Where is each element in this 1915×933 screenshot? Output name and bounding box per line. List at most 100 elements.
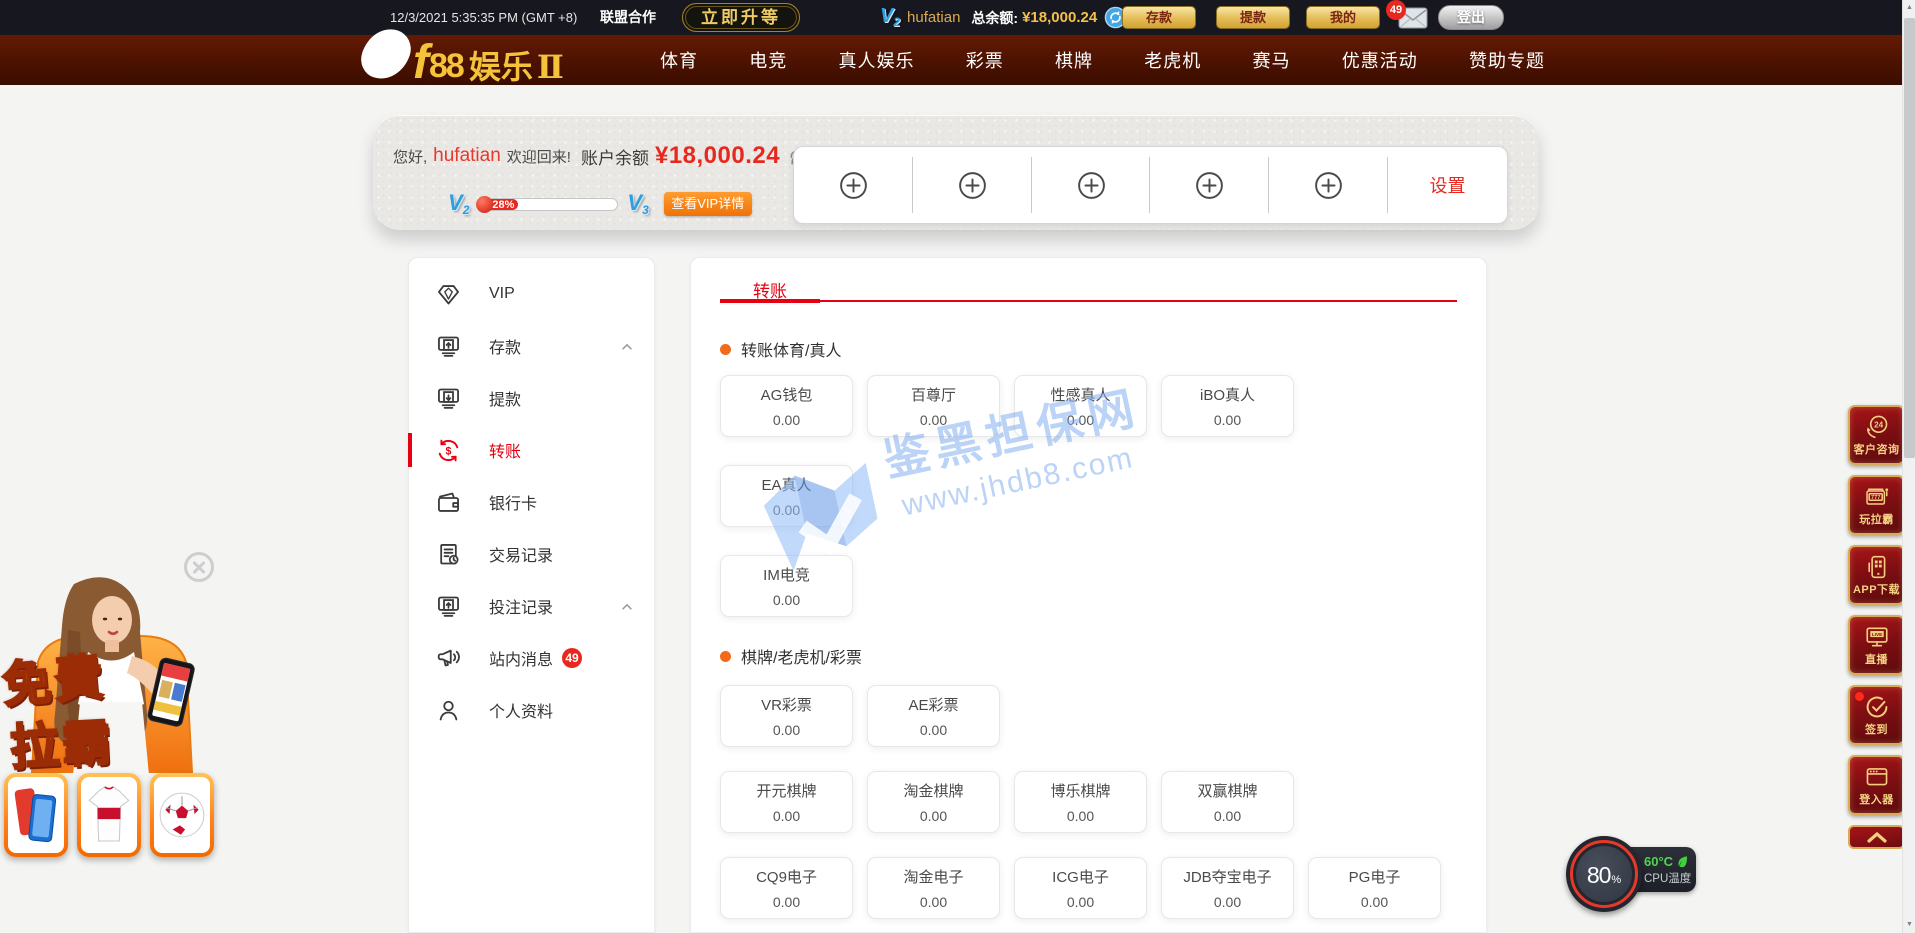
- sidebar-menu: VIP 存款提款$转账银行卡交易记录投注记录站内消息49个人资料: [409, 268, 654, 736]
- site-logo[interactable]: f88娱乐Ⅱ: [367, 35, 564, 85]
- wallet-card-row: VR彩票0.00AE彩票0.00: [720, 685, 1457, 747]
- wallet-name: ICG电子: [1052, 866, 1109, 887]
- bank-card-icon: [435, 489, 462, 516]
- wallet-balance: 0.00: [1214, 808, 1241, 824]
- vip-progress-row: V2 28% V3 查看VIP详情: [448, 191, 752, 217]
- quick-actions-panel: 设置: [793, 146, 1508, 224]
- floatbar-live-stream-button[interactable]: LIVE直播: [1848, 615, 1905, 675]
- sidebar-item-label: 转账: [489, 438, 521, 462]
- chevron-up-icon: [1866, 830, 1888, 844]
- add-wallet-button-5[interactable]: [1269, 147, 1388, 223]
- add-wallet-button-2[interactable]: [913, 147, 1032, 223]
- alliance-link[interactable]: 联盟合作: [600, 0, 656, 35]
- section-title-text: 转账体育/真人: [741, 337, 841, 361]
- plus-circle-icon: [1076, 170, 1107, 201]
- nav-item-live-casino[interactable]: 真人娱乐: [839, 47, 915, 73]
- nav-item-promotions[interactable]: 优惠活动: [1342, 47, 1418, 73]
- scroll-down-arrow[interactable]: ▼: [1903, 917, 1915, 933]
- sidebar-item-bank-card[interactable]: 银行卡: [409, 476, 654, 528]
- sidebar-item-deposit[interactable]: 存款: [409, 320, 654, 372]
- scroll-up-arrow[interactable]: ▲: [1903, 0, 1915, 16]
- wallet-card[interactable]: EA真人0.00: [720, 465, 853, 527]
- my-account-button[interactable]: 我的: [1306, 6, 1380, 29]
- nav-item-slots[interactable]: 老虎机: [1144, 47, 1201, 73]
- wallet-card[interactable]: 博乐棋牌0.00: [1014, 771, 1147, 833]
- add-wallet-button-3[interactable]: [1032, 147, 1151, 223]
- scrollbar-thumb[interactable]: [1904, 18, 1915, 458]
- wallet-card[interactable]: PG电子 0.00: [1308, 857, 1441, 919]
- prize-football-thumbnail[interactable]: [150, 773, 214, 857]
- settings-button[interactable]: 设置: [1430, 172, 1466, 198]
- wallet-name: iBO真人: [1200, 384, 1255, 405]
- nav-item-chess-cards[interactable]: 棋牌: [1055, 47, 1093, 73]
- topbar-username: hufatian: [907, 9, 960, 26]
- sidebar-item-transaction-record[interactable]: 交易记录: [409, 528, 654, 580]
- bullet-icon: [720, 651, 731, 662]
- wallet-card[interactable]: 开元棋牌0.00: [720, 771, 853, 833]
- sidebar-item-transfer[interactable]: $转账: [409, 424, 654, 476]
- promo-slogan-line2: 拉霸: [8, 703, 116, 779]
- wallet-card-row: 开元棋牌0.00淘金棋牌0.00博乐棋牌0.00双赢棋牌0.00: [720, 771, 1457, 833]
- sidebar-item-site-message[interactable]: 站内消息49: [409, 632, 654, 684]
- floatbar-daily-sign-in-button[interactable]: 签到: [1848, 685, 1905, 745]
- wallet-name: PG电子: [1349, 866, 1401, 887]
- wallet-name: EA真人: [761, 474, 811, 495]
- floatbar-launcher-button[interactable]: 登入器: [1848, 755, 1905, 815]
- slot-machine-icon: 777: [1864, 484, 1890, 510]
- sidebar-item-profile[interactable]: 个人资料: [409, 684, 654, 736]
- floatbar-app-download-button[interactable]: APP下载: [1848, 545, 1905, 605]
- sidebar-item-withdraw[interactable]: 提款: [409, 372, 654, 424]
- wallet-card[interactable]: AG钱包0.00: [720, 375, 853, 437]
- wallet-card[interactable]: 百尊厅0.00: [867, 375, 1000, 437]
- scrollbar[interactable]: ▲ ▼: [1902, 0, 1915, 933]
- withdraw-button[interactable]: 提款: [1216, 6, 1290, 29]
- cpu-usage-gauge: 80 %: [1566, 836, 1642, 912]
- svg-text:777: 777: [1871, 494, 1880, 500]
- chevron-up-icon: [620, 600, 634, 614]
- nav-item-sponsorship[interactable]: 赞助专题: [1469, 47, 1545, 73]
- floatbar-customer-service-button[interactable]: 24客户咨询: [1848, 405, 1905, 465]
- mail-icon[interactable]: 49: [1398, 7, 1428, 29]
- logout-button[interactable]: 登出: [1438, 5, 1504, 30]
- wallet-card[interactable]: 性感真人0.00: [1014, 375, 1147, 437]
- deposit-button[interactable]: 存款: [1122, 6, 1196, 29]
- wallet-card[interactable]: AE彩票0.00: [867, 685, 1000, 747]
- sidebar-item-vip[interactable]: VIP: [409, 268, 654, 320]
- nav-item-sports[interactable]: 体育: [660, 47, 698, 73]
- wallet-balance: 0.00: [1067, 412, 1094, 428]
- add-wallet-button-1[interactable]: [794, 147, 913, 223]
- wallet-card[interactable]: 双赢棋牌0.00: [1161, 771, 1294, 833]
- vip-detail-button[interactable]: 查看VIP详情: [664, 192, 752, 216]
- wallet-card[interactable]: JDB夺宝电子0.00: [1161, 857, 1294, 919]
- promo-prizes: [4, 773, 216, 857]
- close-promo-button[interactable]: [184, 552, 214, 582]
- wallet-balance: 0.00: [1361, 894, 1388, 910]
- wallet-card[interactable]: 淘金棋牌0.00: [867, 771, 1000, 833]
- sidebar-item-label: VIP: [489, 285, 515, 303]
- scroll-top-button[interactable]: [1848, 825, 1905, 849]
- wallet-card[interactable]: IM电竞0.00: [720, 555, 853, 617]
- floatbar-play-slots-button[interactable]: 777玩拉霸: [1848, 475, 1905, 535]
- cpu-temp-label: CPU温度: [1644, 870, 1691, 886]
- wallet-balance: 0.00: [773, 894, 800, 910]
- nav-item-esports[interactable]: 电竞: [749, 47, 787, 73]
- wallet-card[interactable]: VR彩票0.00: [720, 685, 853, 747]
- wallet-card[interactable]: iBO真人0.00: [1161, 375, 1294, 437]
- wallet-name: CQ9电子: [756, 866, 817, 887]
- vip-next-icon: V3: [627, 192, 648, 216]
- prize-jersey-thumbnail[interactable]: [77, 773, 141, 857]
- sidebar-item-bet-record[interactable]: 投注记录: [409, 580, 654, 632]
- wallet-name: 淘金棋牌: [903, 780, 963, 801]
- add-wallet-button-4[interactable]: [1150, 147, 1269, 223]
- vip-gem-icon: [435, 281, 462, 308]
- nav-item-horse-racing[interactable]: 赛马: [1253, 47, 1291, 73]
- wallet-card[interactable]: 淘金电子0.00: [867, 857, 1000, 919]
- main-nav: f88娱乐Ⅱ 体育 电竞 真人娱乐 彩票 棋牌 老虎机 赛马 优惠活动 赞助专题: [0, 35, 1915, 85]
- floatbar-label: 客户咨询: [1854, 441, 1900, 457]
- prize-phone-thumbnail[interactable]: [4, 773, 68, 857]
- nav-item-lottery[interactable]: 彩票: [966, 47, 1004, 73]
- wallet-card[interactable]: ICG电子0.00: [1014, 857, 1147, 919]
- wallet-card[interactable]: CQ9电子 0.00: [720, 857, 853, 919]
- live-stream-icon: LIVE: [1864, 624, 1890, 650]
- upgrade-now-button[interactable]: 立即升等: [682, 3, 800, 32]
